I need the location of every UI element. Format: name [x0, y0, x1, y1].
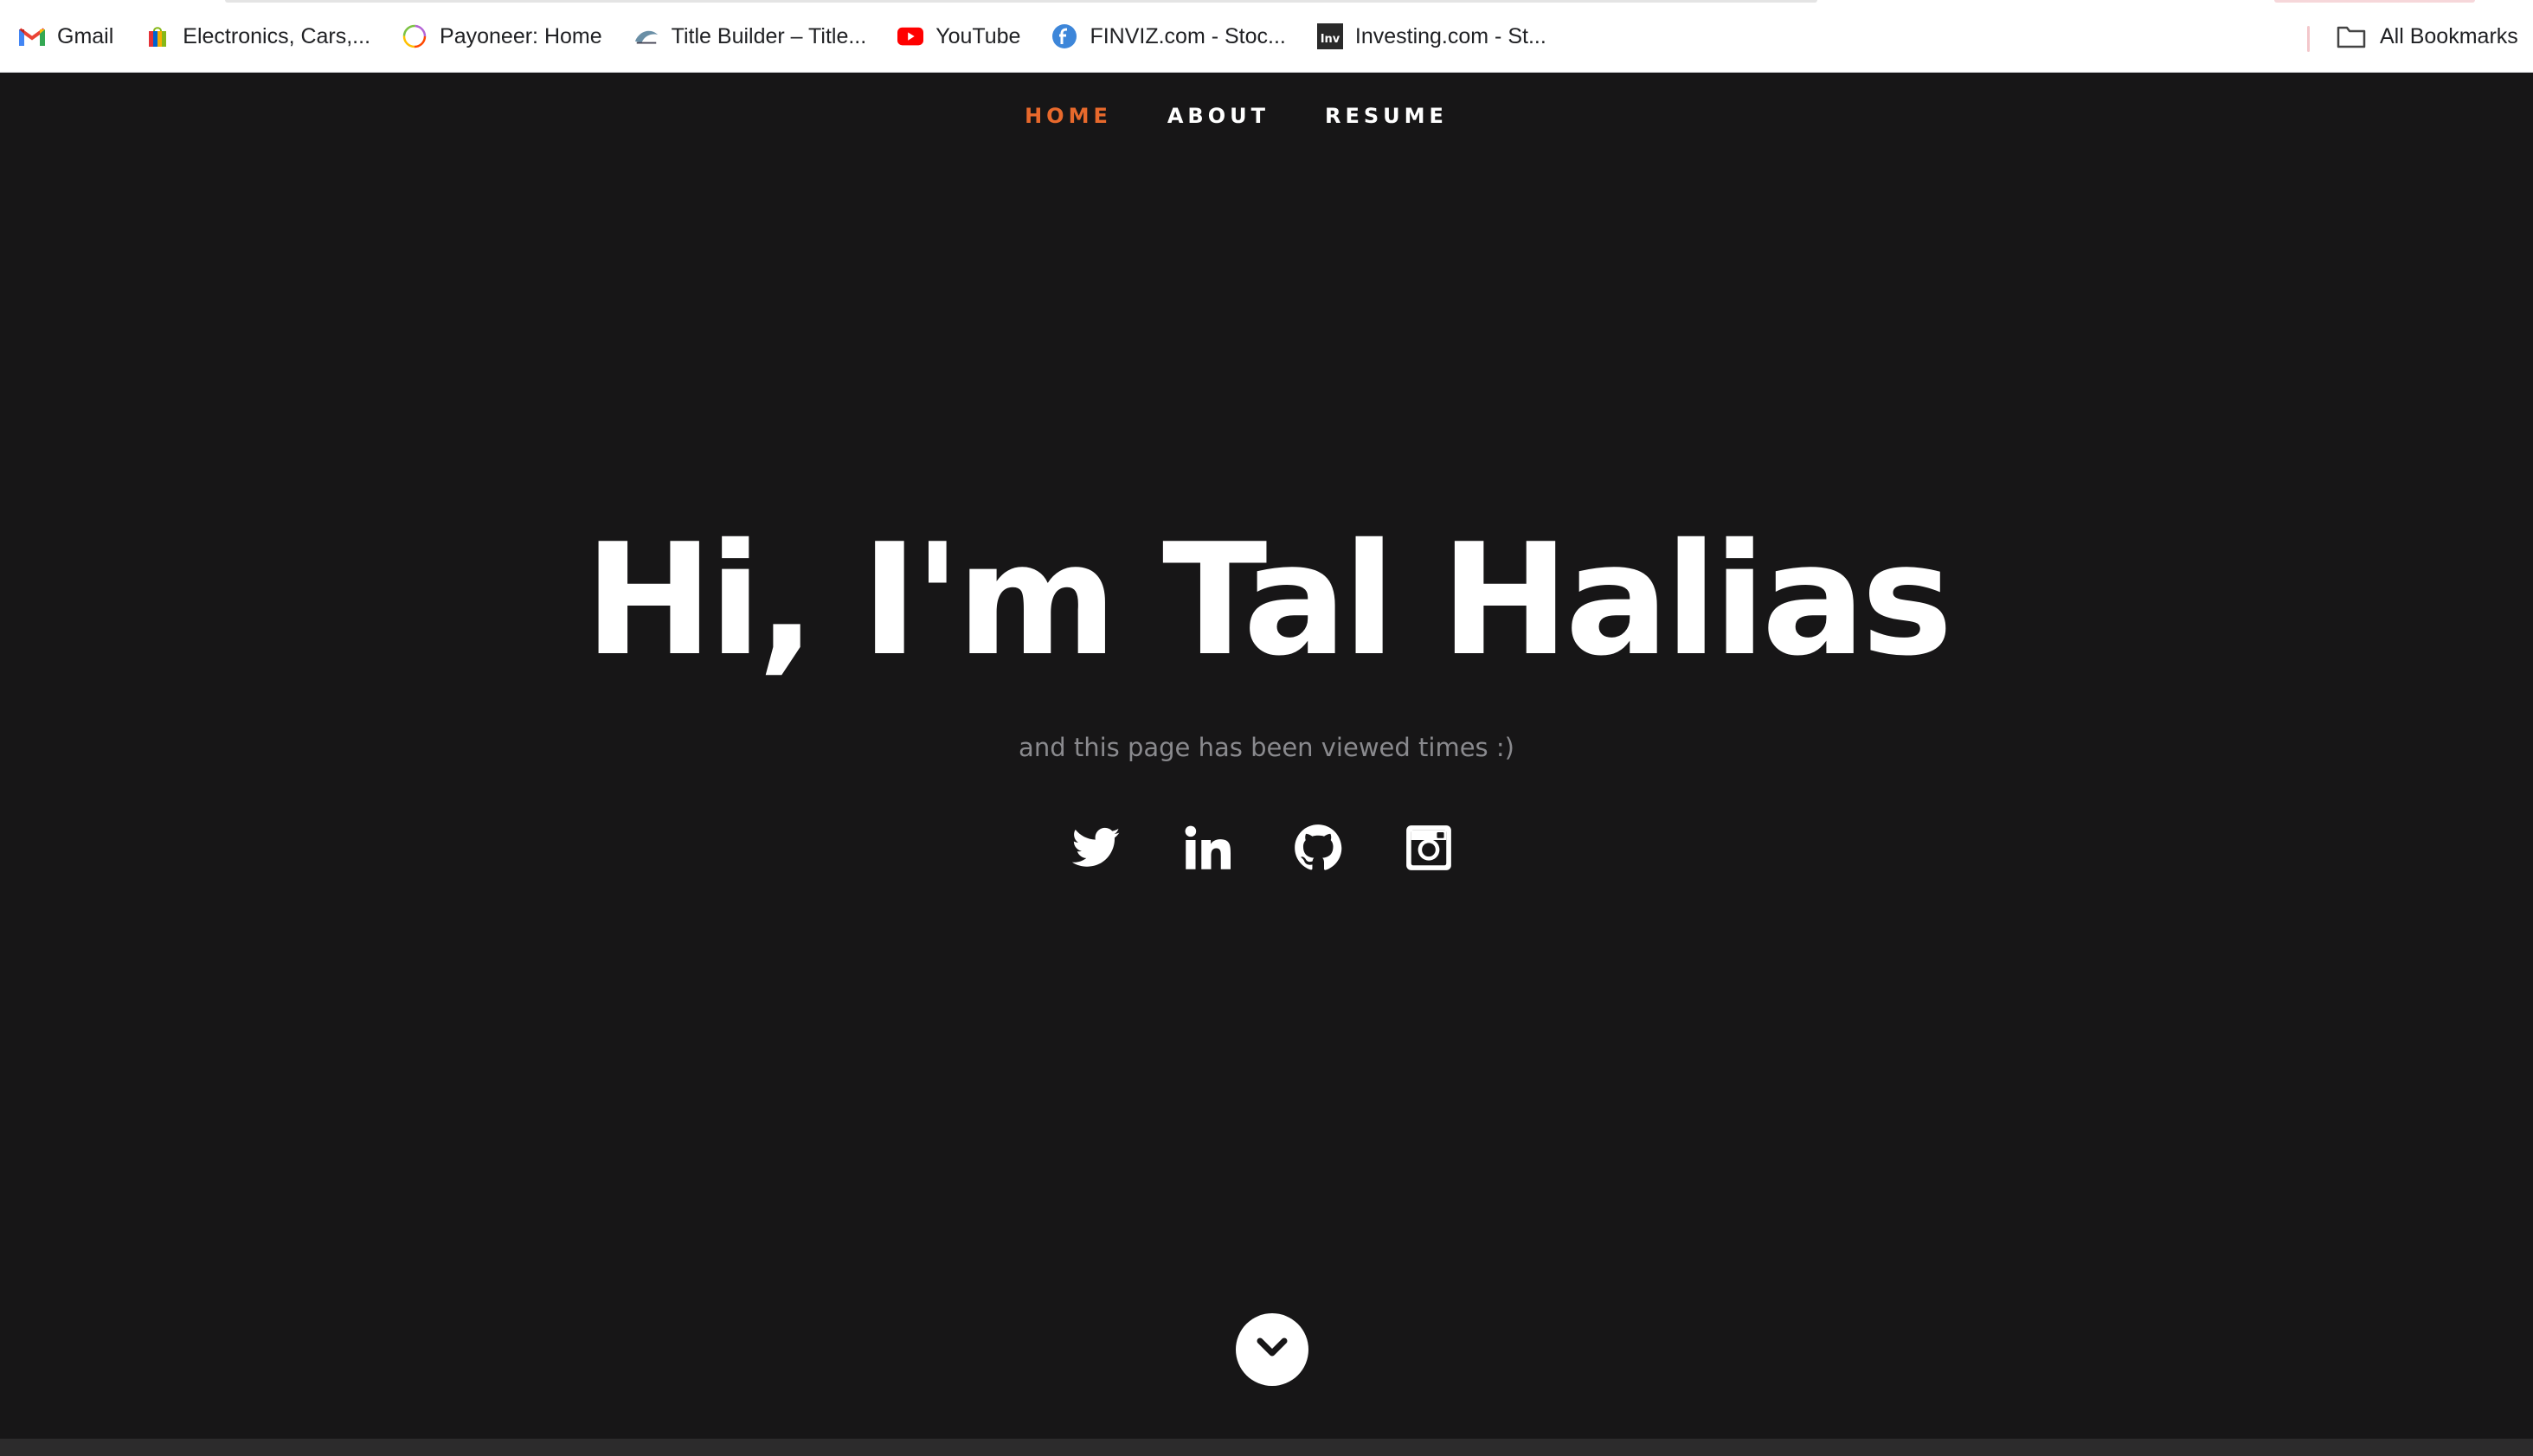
ebay-bag-icon [145, 23, 170, 49]
nav-home[interactable]: HOME [1025, 104, 1112, 128]
investing-icon: Inv [1316, 23, 1343, 49]
bookmark-payoneer[interactable]: Payoneer: Home [402, 12, 616, 61]
page-bottom-strip [0, 1439, 2533, 1456]
portfolio-page: HOME ABOUT RESUME Hi, I'm Tal Halias and… [0, 74, 2533, 1439]
svg-text:Inv: Inv [1321, 33, 1340, 46]
bookmarks-bar: Gmail Electronics, Cars,... Payoneer: Ho… [0, 0, 2533, 73]
tab-strip-shade-right [2274, 0, 2475, 3]
all-bookmarks-label: All Bookmarks [2380, 23, 2518, 48]
hero-subtitle: and this page has been viewed times :) [1019, 733, 1514, 762]
bookmark-label: FINVIZ.com - Stoc... [1090, 23, 1286, 48]
instagram-icon[interactable] [1404, 823, 1454, 873]
nav-about[interactable]: ABOUT [1167, 104, 1270, 128]
bookmarks-separator [2307, 26, 2310, 52]
bookmark-label: Title Builder – Title... [671, 23, 867, 48]
finviz-icon [1051, 23, 1077, 49]
main-nav: HOME ABOUT RESUME [0, 74, 2533, 158]
bookmark-label: Investing.com - St... [1354, 23, 1546, 48]
youtube-icon [897, 23, 924, 49]
bookmark-list: Gmail Electronics, Cars,... Payoneer: Ho… [19, 0, 1578, 73]
gmail-icon [19, 23, 45, 49]
bookmark-label: Gmail [57, 23, 114, 48]
scroll-down-button[interactable] [1236, 1313, 1308, 1386]
bookmark-gmail[interactable]: Gmail [19, 12, 127, 61]
title-builder-icon [633, 23, 659, 49]
bookmark-youtube[interactable]: YouTube [897, 12, 1034, 61]
folder-icon [2337, 23, 2366, 49]
hero-title: Hi, I'm Tal Halias [584, 510, 1953, 690]
github-icon[interactable] [1293, 823, 1343, 873]
payoneer-ring-icon [402, 23, 428, 49]
nav-resume[interactable]: RESUME [1325, 104, 1448, 128]
bookmark-title-builder[interactable]: Title Builder – Title... [633, 12, 881, 61]
bookmark-label: Payoneer: Home [440, 23, 602, 48]
bookmark-label: YouTube [935, 23, 1021, 48]
bookmark-investing[interactable]: Inv Investing.com - St... [1316, 12, 1560, 61]
linkedin-icon[interactable] [1182, 823, 1232, 873]
bookmark-ebay[interactable]: Electronics, Cars,... [145, 12, 384, 61]
twitter-icon[interactable] [1071, 823, 1122, 873]
chevron-down-icon [1255, 1336, 1289, 1364]
all-bookmarks-button[interactable]: All Bookmarks [2337, 12, 2518, 61]
social-links [0, 823, 2533, 873]
bookmark-label: Electronics, Cars,... [183, 23, 371, 48]
bookmark-finviz[interactable]: FINVIZ.com - Stoc... [1051, 12, 1299, 61]
